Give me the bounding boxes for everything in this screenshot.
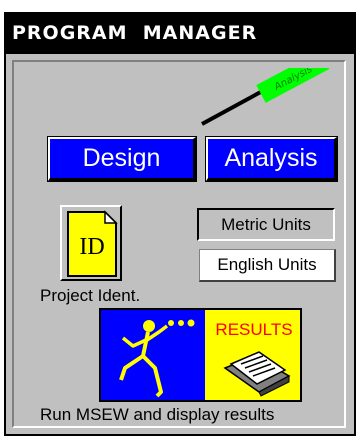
- printout-icon: [223, 351, 291, 397]
- running-figure-icon: [119, 319, 195, 398]
- project-ident-label: Project Ident.: [40, 286, 141, 305]
- results-panel: RESULTS: [205, 310, 300, 400]
- run-msew-label: Run MSEW and display results: [40, 405, 275, 424]
- window-title: PROGRAM MANAGER: [6, 14, 354, 54]
- project-ident-button[interactable]: ID: [60, 205, 122, 281]
- id-card-icon: ID: [67, 210, 118, 277]
- metric-units-button[interactable]: Metric Units: [197, 208, 335, 241]
- results-label: RESULTS: [215, 320, 293, 339]
- analysis-button[interactable]: Analysis: [205, 136, 338, 182]
- analysis-tag-icon: Analysis: [201, 68, 330, 126]
- run-msew-button[interactable]: RESULTS: [99, 308, 302, 402]
- id-icon-text: ID: [79, 234, 104, 260]
- runner-panel: [101, 310, 205, 400]
- analysis-tag-text: Analysis: [272, 68, 314, 93]
- design-button[interactable]: Design: [47, 136, 197, 182]
- english-units-button[interactable]: English Units: [199, 249, 336, 282]
